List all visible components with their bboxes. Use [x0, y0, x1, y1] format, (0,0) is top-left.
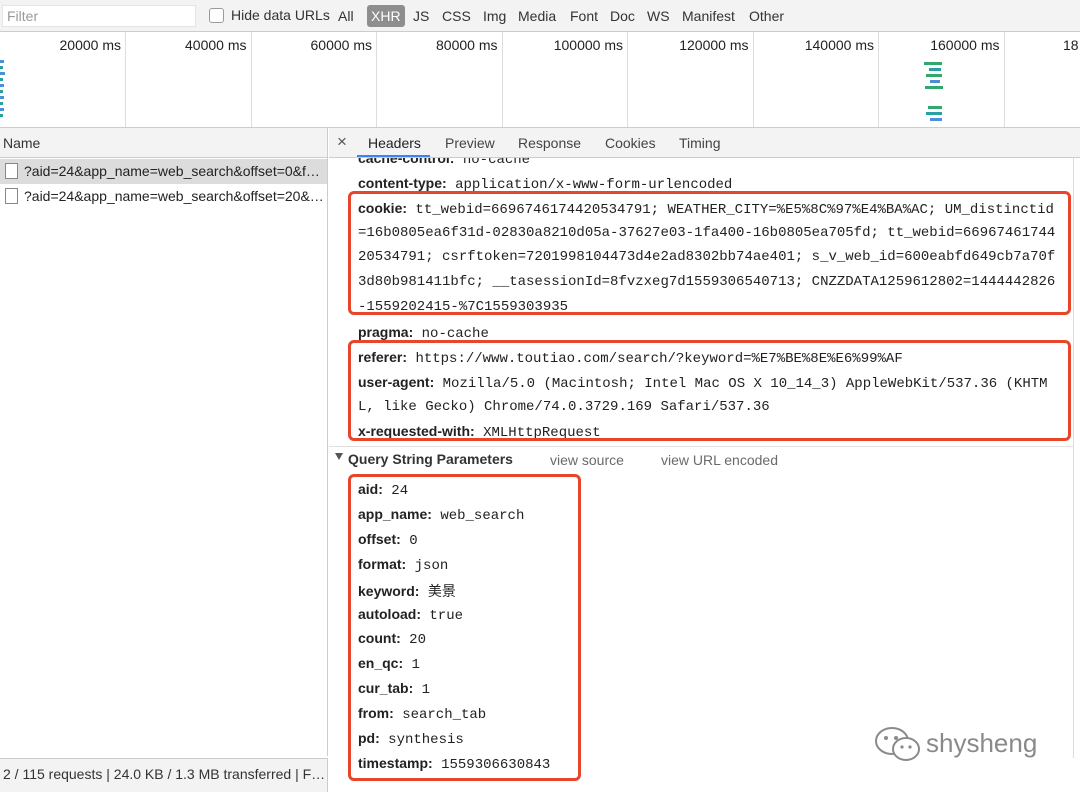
- query-string-title: Query String Parameters: [348, 451, 513, 467]
- type-filter-css[interactable]: CSS: [438, 5, 475, 27]
- query-string-section-header[interactable]: Query String Parameters view source view…: [329, 446, 1073, 470]
- timeline-gridline: [1003, 32, 1005, 127]
- hide-data-urls-checkbox[interactable]: [209, 8, 224, 23]
- waterfall-bar: [0, 84, 4, 87]
- waterfall-bar: [0, 78, 3, 81]
- request-headers-annotation-box: [348, 340, 1071, 441]
- tab-headers[interactable]: Headers: [368, 135, 421, 151]
- wechat-icon: [875, 727, 920, 761]
- type-filter-manifest[interactable]: Manifest: [678, 5, 739, 27]
- waterfall-bar: [924, 62, 942, 65]
- timeline-tick-label: 40000 ms: [185, 37, 247, 53]
- waterfall-bar: [0, 102, 3, 105]
- detail-tabbar: × Headers Preview Response Cookies Timing: [329, 128, 1080, 158]
- watermark-text: shysheng: [926, 728, 1038, 758]
- tab-response[interactable]: Response: [518, 135, 581, 151]
- timeline-tick-label: 120000 ms: [679, 37, 749, 53]
- request-name: ?aid=24&app_name=web_search&offset=20&fo…: [24, 188, 324, 204]
- type-filter-img[interactable]: Img: [479, 5, 510, 27]
- filter-input[interactable]: [2, 5, 196, 27]
- query-params-annotation-box: [348, 474, 581, 781]
- waterfall-bar: [928, 106, 942, 109]
- waterfall-bar: [925, 86, 943, 89]
- type-filter-font[interactable]: Font: [566, 5, 602, 27]
- type-filter-all[interactable]: All: [334, 5, 358, 27]
- waterfall-bar: [0, 66, 3, 69]
- collapse-triangle-icon[interactable]: [335, 453, 343, 460]
- hide-data-urls-label: Hide data URLs: [231, 7, 330, 23]
- name-column-header[interactable]: Name: [0, 128, 328, 158]
- waterfall-bar: [0, 114, 3, 117]
- type-filter-doc[interactable]: Doc: [606, 5, 639, 27]
- waterfall-bar: [0, 60, 4, 63]
- type-filter-xhr[interactable]: XHR: [367, 5, 405, 27]
- tab-preview[interactable]: Preview: [445, 135, 495, 151]
- timeline-tick-label: 60000 ms: [310, 37, 372, 53]
- header-line: cache-control: no-cache: [358, 158, 530, 168]
- header-key: cache-control:: [358, 158, 455, 166]
- waterfall-bar: [0, 96, 4, 99]
- waterfall-bar: [0, 72, 5, 75]
- request-row[interactable]: ?aid=24&app_name=web_search&offset=0&for…: [0, 159, 327, 184]
- waterfall-bar: [930, 118, 942, 121]
- watermark: shysheng: [872, 724, 1037, 764]
- view-source-link[interactable]: view source: [550, 452, 624, 468]
- waterfall-bar: [926, 112, 942, 115]
- waterfall-bar: [929, 68, 941, 71]
- tab-timing[interactable]: Timing: [679, 135, 721, 151]
- view-url-encoded-link[interactable]: view URL encoded: [661, 452, 778, 468]
- request-list: ?aid=24&app_name=web_search&offset=0&for…: [0, 158, 328, 756]
- request-name: ?aid=24&app_name=web_search&offset=0&for…: [24, 163, 324, 179]
- header-key: pragma:: [358, 323, 414, 340]
- active-tab-indicator: [357, 155, 430, 157]
- request-row[interactable]: ?aid=24&app_name=web_search&offset=20&fo…: [0, 184, 327, 209]
- timeline-tick-label: 100000 ms: [553, 37, 623, 53]
- timeline-tick-label: 20000 ms: [59, 37, 121, 53]
- type-filter-other[interactable]: Other: [745, 5, 788, 27]
- header-key: content-type:: [358, 174, 447, 191]
- tab-cookies[interactable]: Cookies: [605, 135, 656, 151]
- filter-toolbar: Hide data URLs All XHRJSCSSImgMedia FontDo…: [0, 0, 1080, 32]
- file-icon: [5, 163, 18, 179]
- timeline-tick-label: 140000 ms: [804, 37, 874, 53]
- timeline-tick-label: 18: [1063, 37, 1079, 53]
- timeline-tick-label: 160000 ms: [930, 37, 1000, 53]
- type-filter-ws[interactable]: WS: [643, 5, 674, 27]
- type-filter-js[interactable]: JS: [409, 5, 433, 27]
- adjacent-window-edge: [1073, 158, 1080, 758]
- file-icon: [5, 188, 18, 204]
- timeline-overview[interactable]: 20000 ms 40000 ms 60000 ms 80000 ms 100000 m…: [0, 32, 1080, 128]
- timeline-tick-label: 80000 ms: [436, 37, 498, 53]
- waterfall-bar: [926, 74, 942, 77]
- waterfall-bar: [930, 80, 940, 83]
- status-bar: 2 / 115 requests | 24.0 KB / 1.3 MB tran…: [0, 758, 328, 792]
- type-filter-media[interactable]: Media: [514, 5, 560, 27]
- cookie-annotation-box: [348, 191, 1071, 315]
- header-value: no-cache: [462, 158, 531, 168]
- waterfall-bar: [0, 90, 3, 93]
- waterfall-bar: [0, 108, 4, 111]
- close-icon[interactable]: ×: [337, 132, 347, 152]
